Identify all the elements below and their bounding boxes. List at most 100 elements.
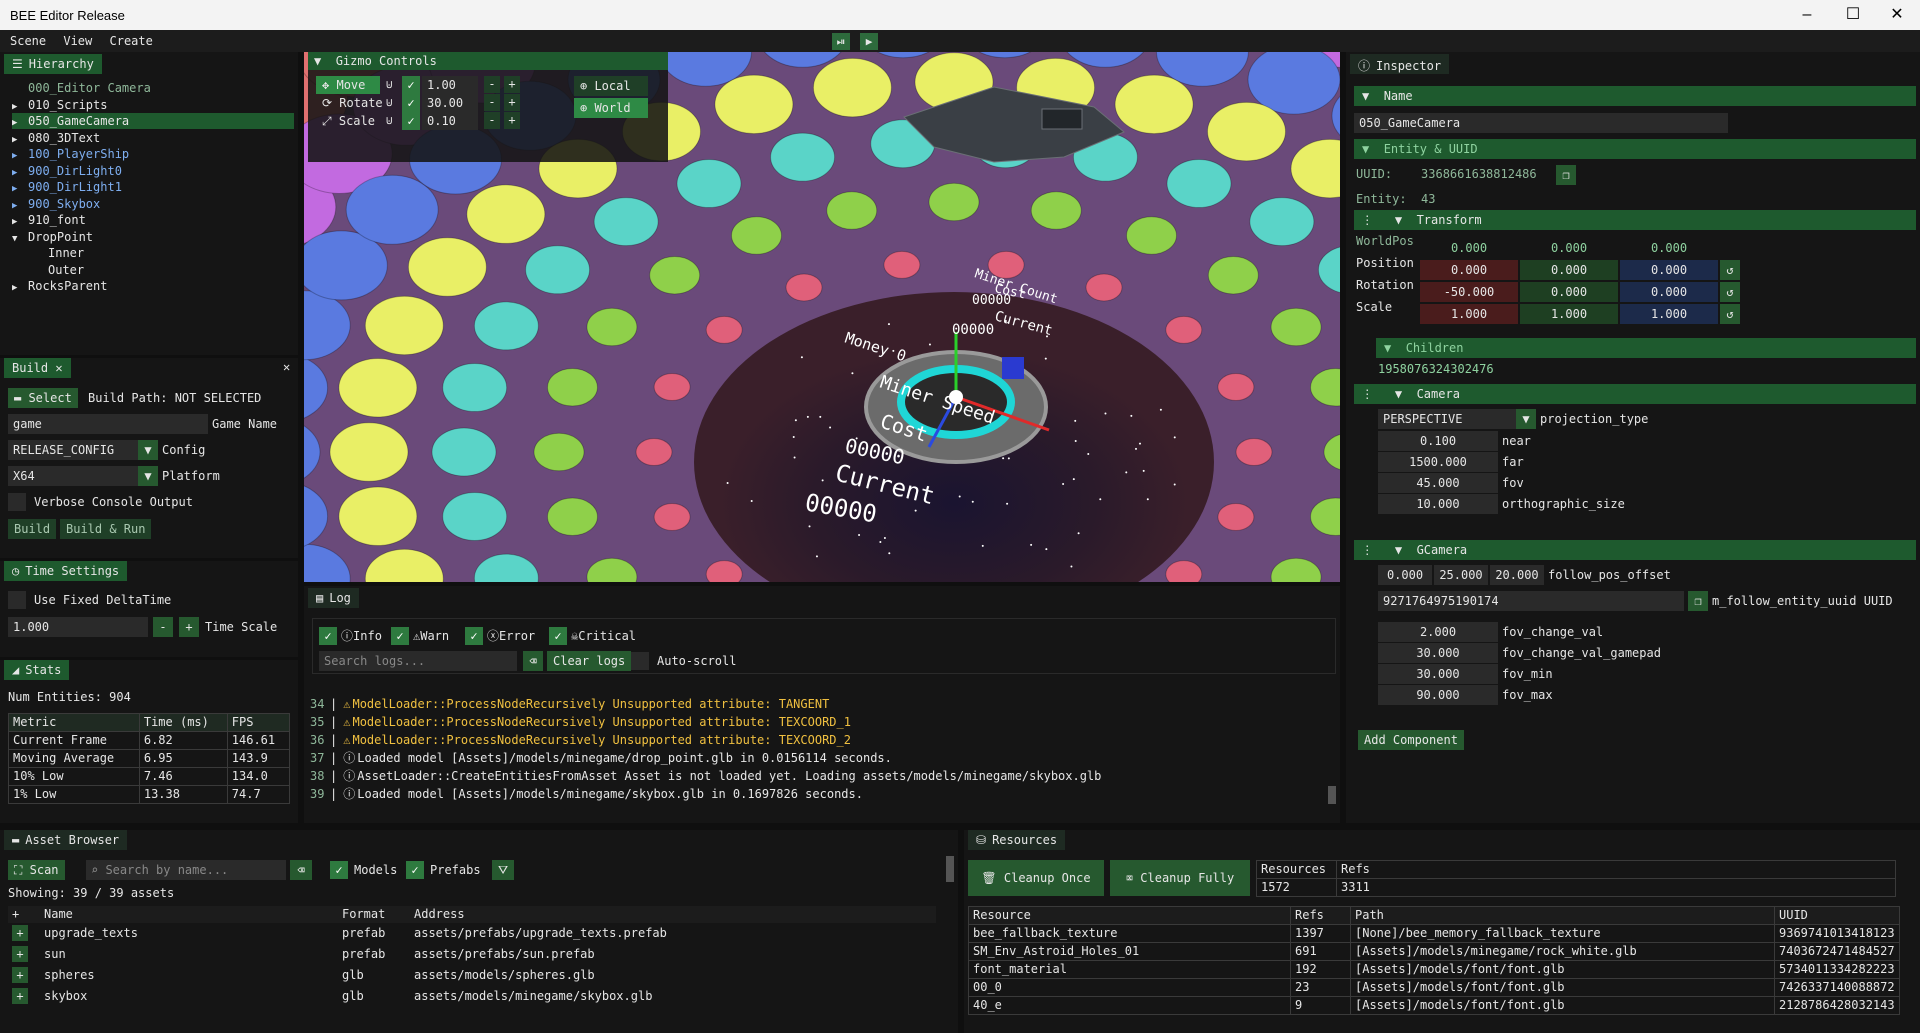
asset-format-header[interactable]: Format (338, 906, 410, 923)
camera-orthographic_size-input[interactable]: 10.000 (1378, 494, 1498, 514)
hierarchy-item[interactable]: Outer (12, 262, 294, 278)
follow-offset-x-input[interactable]: 0.000 (1378, 565, 1432, 585)
close-icon[interactable]: ✕ (55, 361, 62, 375)
snap-plus-button[interactable]: + (504, 94, 520, 111)
entity-uuid-section-header[interactable]: ▼ Entity & UUID (1354, 139, 1916, 159)
asset-address-header[interactable]: Address (410, 906, 936, 923)
camera-fov-input[interactable]: 45.000 (1378, 473, 1498, 493)
projection-type-select[interactable]: PERSPECTIVE (1378, 409, 1516, 429)
stats-tab[interactable]: ◢ Stats (4, 660, 69, 680)
inspector-tab[interactable]: ⓘ Inspector (1350, 54, 1449, 74)
menu-scene[interactable]: Scene (10, 30, 46, 48)
local-mode-button[interactable]: ⊕ Local (574, 76, 648, 96)
build-panel-close-icon[interactable]: ✕ (283, 358, 290, 376)
minimize-button[interactable]: – (1784, 0, 1830, 30)
hierarchy-item[interactable]: ▶ 910_font (12, 212, 294, 228)
world-mode-button[interactable]: ⊕ World (574, 98, 648, 118)
snap-checkbox[interactable]: ✓ (402, 94, 420, 112)
play-button[interactable]: ▶ (860, 33, 878, 50)
gizmo-plane-handle[interactable] (1002, 357, 1024, 379)
snap-checkbox[interactable]: ✓ (402, 112, 420, 130)
rotation-y-input[interactable]: 0.000 (1520, 282, 1618, 302)
hierarchy-item[interactable]: Inner (12, 245, 294, 261)
projection-chevron-down-icon[interactable]: ▼ (1516, 409, 1536, 429)
build-tab[interactable]: Build ✕ (4, 358, 71, 378)
resource-row[interactable]: 40_e 9 [Assets]/models/font/font.glb 212878… (969, 997, 1900, 1015)
eraser-icon[interactable]: ⌫ (523, 651, 543, 671)
clear-search-eraser-icon[interactable]: ⌫ (290, 860, 312, 880)
follow-offset-y-input[interactable]: 25.000 (1434, 565, 1488, 585)
copy-icon[interactable]: ❐ (1556, 165, 1576, 185)
log-scrollbar[interactable] (1328, 786, 1336, 804)
error-filter-checkbox[interactable]: ✓ (465, 627, 483, 645)
asset-name-header[interactable]: Name (40, 906, 338, 923)
follow-uuid-input[interactable]: 9271764975190174 (1378, 591, 1684, 611)
gcamera-fov_change_val_gamepad-input[interactable]: 30.000 (1378, 643, 1498, 663)
snap-checkbox[interactable]: ✓ (402, 76, 420, 94)
snap-minus-button[interactable]: - (484, 76, 500, 93)
scale-y-input[interactable]: 1.000 (1520, 304, 1618, 324)
select-build-path-button[interactable]: ▬ Select (8, 388, 78, 408)
log-search-input[interactable]: Search logs... (319, 651, 517, 671)
game-name-input[interactable]: game (8, 414, 208, 434)
resource-row[interactable]: font_material 192 [Assets]/models/font/fon… (969, 961, 1900, 979)
hierarchy-item[interactable]: ▶ 100_PlayerShip (12, 146, 294, 162)
hierarchy-tab[interactable]: ☰ Hierarchy (4, 54, 102, 74)
config-select[interactable]: RELEASE_CONFIG (8, 440, 138, 460)
transform-section-header[interactable]: ⋮ ▼ Transform (1354, 210, 1916, 230)
copy-follow-uuid-icon[interactable]: ❐ (1688, 591, 1708, 611)
camera-section-header[interactable]: ⋮ ▼ Camera (1354, 384, 1916, 404)
resource-row[interactable]: 00_0 23 [Assets]/models/font/font.glb 74263… (969, 979, 1900, 997)
snap-plus-button[interactable]: + (504, 112, 520, 129)
snap-plus-button[interactable]: + (504, 76, 520, 93)
gcamera-section-header[interactable]: ⋮ ▼ GCamera (1354, 540, 1916, 560)
follow-offset-z-input[interactable]: 20.000 (1490, 565, 1544, 585)
gcamera-fov_min-input[interactable]: 30.000 (1378, 664, 1498, 684)
platform-chevron-down-icon[interactable]: ▼ (138, 466, 158, 486)
snap-value-input[interactable]: 30.00 (422, 94, 478, 112)
position-z-input[interactable]: 0.000 (1620, 260, 1718, 280)
platform-select[interactable]: X64 (8, 466, 138, 486)
close-window-button[interactable]: ✕ (1874, 0, 1920, 30)
reset-position-icon[interactable]: ↺ (1720, 260, 1740, 280)
scale-z-input[interactable]: 1.000 (1620, 304, 1718, 324)
critical-filter-checkbox[interactable]: ✓ (549, 627, 567, 645)
resources-tab[interactable]: ⛁ Resources (968, 830, 1065, 850)
asset-row[interactable]: + spheres glb assets/models/spheres.glb (8, 965, 936, 986)
hierarchy-item[interactable]: ▼ DropPoint (12, 229, 294, 245)
snap-minus-button[interactable]: - (484, 112, 500, 129)
name-section-header[interactable]: ▼ Name (1354, 86, 1916, 106)
gizmo-move-button[interactable]: ✥ Move (316, 76, 380, 94)
info-filter-checkbox[interactable]: ✓ (319, 627, 337, 645)
add-asset-plus-icon[interactable]: + (12, 988, 28, 1004)
asset-scrollbar[interactable] (946, 856, 954, 882)
prefabs-filter-checkbox[interactable]: ✓ (406, 861, 424, 879)
build-button[interactable]: Build (8, 519, 56, 539)
child-entity-id[interactable]: 1958076324302476 (1378, 360, 1494, 378)
hierarchy-item[interactable]: ▶ 080_3DText (12, 130, 294, 146)
scan-button[interactable]: ⛶ Scan (8, 860, 65, 880)
auto-scroll-checkbox[interactable] (631, 652, 649, 670)
gizmo-rotate-button[interactable]: ⟳ Rotate (316, 94, 380, 112)
magnet-icon[interactable]: ⊍ (386, 94, 393, 112)
gizmo-scale-button[interactable]: ⤢ Scale (316, 112, 380, 130)
asset-row[interactable]: + skybox glb assets/models/minegame/skybox.… (8, 986, 936, 1007)
config-chevron-down-icon[interactable]: ▼ (138, 440, 158, 460)
time-scale-plus-button[interactable]: + (179, 617, 199, 637)
warn-filter-checkbox[interactable]: ✓ (391, 627, 409, 645)
resource-refs-header[interactable]: Refs (1291, 907, 1351, 925)
resource-uuid-header[interactable]: UUID (1775, 907, 1900, 925)
snap-value-input[interactable]: 0.10 (422, 112, 478, 130)
gcamera-fov_change_val-input[interactable]: 2.000 (1378, 622, 1498, 642)
magnet-icon[interactable]: ⊍ (386, 76, 393, 94)
models-filter-checkbox[interactable]: ✓ (330, 861, 348, 879)
collapse-icon[interactable]: ▼ (314, 54, 321, 68)
hierarchy-item[interactable]: ▶ RocksParent (12, 278, 294, 294)
resource-path-header[interactable]: Path (1351, 907, 1775, 925)
resource-row[interactable]: SM_Env_Astroid_Holes_01 691 [Assets]/model… (969, 943, 1900, 961)
reset-rotation-icon[interactable]: ↺ (1720, 282, 1740, 302)
add-asset-plus-icon[interactable]: + (12, 946, 28, 962)
add-asset-plus-icon[interactable]: + (12, 967, 28, 983)
hierarchy-item[interactable]: ▶ 050_GameCamera (12, 113, 294, 129)
hierarchy-item[interactable]: ▶ 010_Scripts (12, 97, 294, 113)
